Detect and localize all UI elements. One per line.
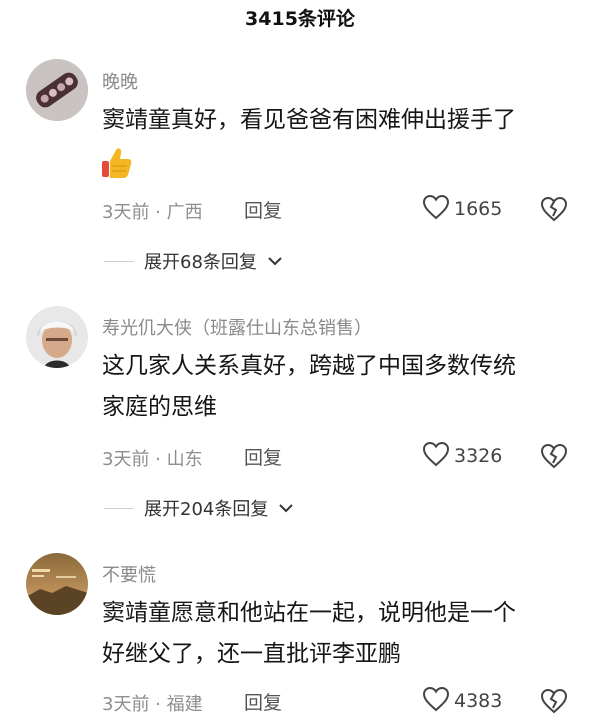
like-count: 3326 [454,445,503,467]
like-button[interactable]: 3326 [422,441,502,471]
comment-line: 窦靖童愿意和他站在一起，说明他是一个 [102,600,516,626]
comment-line: 家庭的思维 [102,394,217,420]
broken-heart-icon[interactable] [540,688,568,718]
like-count: 1665 [454,198,503,220]
comment-text: 这几家人关系真好，跨越了中国多数传统 家庭的思维 [102,346,572,428]
comment-count-title: 3415条评论 [245,8,355,30]
username[interactable]: 不要慌 [102,561,156,587]
like-count: 4383 [454,690,503,712]
avatar[interactable] [26,59,88,121]
expand-replies-button[interactable]: 展开204条回复 [104,493,294,523]
avatar[interactable] [26,553,88,615]
comment-text: 窦靖童真好，看见爸爸有困难伸出援手了 [102,100,572,141]
broken-heart-icon[interactable] [540,196,568,226]
divider-line [104,507,134,509]
heart-outline-icon [422,194,450,224]
comment-line: 好继父了，还一直批评李亚鹏 [102,641,401,667]
like-button[interactable]: 4383 [422,686,502,716]
expand-replies-button[interactable]: 展开68条回复 [104,246,283,276]
expand-replies-label: 展开204条回复 [144,499,269,520]
heart-outline-icon [422,686,450,716]
reply-button[interactable]: 回复 [244,688,282,715]
broken-heart-icon[interactable] [540,443,568,473]
reply-button[interactable]: 回复 [244,196,282,223]
thumbs-up-icon [100,146,132,184]
comment-line: 窦靖童真好，看见爸爸有困难伸出援手了 [102,107,516,133]
comment-time-location: 3天前 · 福建 [102,694,203,715]
comment-time-location: 3天前 · 广西 [102,202,203,223]
comment-text: 窦靖童愿意和他站在一起，说明他是一个 好继父了，还一直批评李亚鹏 [102,593,572,675]
comment-time-location: 3天前 · 山东 [102,449,203,470]
avatar[interactable] [26,306,88,368]
expand-replies-label: 展开68条回复 [144,252,257,273]
chevron-down-icon [267,252,283,271]
divider-line [104,260,134,262]
username[interactable]: 晚晚 [102,68,138,94]
chevron-down-icon [278,499,294,518]
like-button[interactable]: 1665 [422,194,502,224]
heart-outline-icon [422,441,450,471]
username[interactable]: 寿光仉大侠（班露仕山东总销售） [102,314,372,340]
comment-line: 这几家人关系真好，跨越了中国多数传统 [102,353,516,379]
reply-button[interactable]: 回复 [244,443,282,470]
